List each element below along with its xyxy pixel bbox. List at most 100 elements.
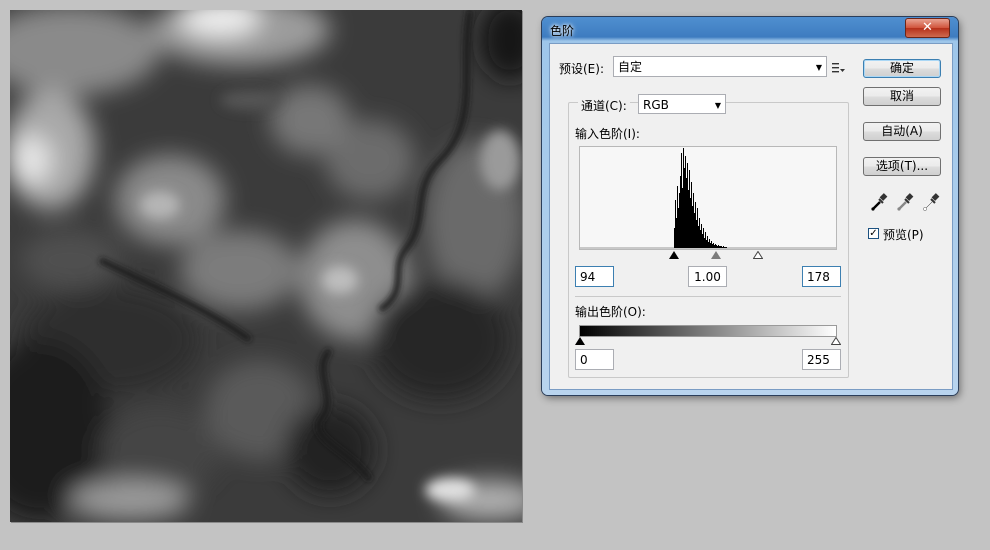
histogram-bar [710, 243, 711, 248]
histogram-bar [706, 240, 707, 248]
histogram-bar [703, 228, 704, 248]
histogram-bar [694, 213, 695, 248]
histogram-bar [693, 193, 694, 248]
input-black-field[interactable]: 94 [575, 266, 614, 287]
histogram-bar [674, 228, 675, 248]
close-button[interactable]: ✕ [905, 18, 950, 38]
channel-select[interactable]: RGB ▼ [638, 94, 726, 114]
histogram-bar [683, 148, 684, 248]
histogram-bar [699, 218, 700, 248]
input-gamma-value: 1.00 [694, 270, 721, 284]
histogram-bar [700, 230, 701, 248]
auto-button[interactable]: 自动(A) [863, 122, 941, 141]
histogram-bar [687, 163, 688, 248]
black-eyedropper-icon[interactable] [870, 192, 888, 212]
histogram-bar [721, 246, 722, 248]
histogram-bar [725, 247, 726, 248]
histogram-bar [717, 246, 718, 248]
histogram-bar [691, 182, 692, 248]
input-white-field[interactable]: 178 [802, 266, 841, 287]
input-black-slider[interactable] [669, 251, 679, 259]
document-canvas[interactable] [10, 10, 522, 522]
histogram-bar [695, 202, 696, 248]
histogram-bar [722, 247, 723, 248]
terrain-heightmap-image [10, 10, 522, 522]
output-white-value: 255 [807, 353, 830, 367]
histogram-bar [723, 246, 724, 248]
histogram-bar [681, 153, 682, 248]
histogram-bar [709, 239, 710, 248]
checkmark-icon: ✓ [869, 228, 878, 239]
output-levels-label: 输出色阶(O): [575, 305, 646, 319]
histogram-bar [708, 242, 709, 248]
histogram-bar [715, 244, 716, 248]
histogram-bar [713, 243, 714, 248]
histogram-bar [688, 190, 689, 248]
histogram-bar [724, 247, 725, 248]
input-levels-label: 输入色阶(I): [575, 127, 640, 141]
histogram-bar [692, 206, 693, 248]
gray-eyedropper-icon[interactable] [896, 192, 914, 212]
preset-value: 自定 [618, 60, 643, 74]
output-black-field[interactable]: 0 [575, 349, 614, 370]
output-black-value: 0 [580, 353, 588, 367]
histogram-bar [697, 208, 698, 248]
histogram-bar [720, 246, 721, 248]
histogram-bar [679, 193, 680, 248]
histogram-bar [677, 186, 678, 248]
input-gamma-field[interactable]: 1.00 [688, 266, 727, 287]
input-gamma-slider[interactable] [711, 251, 721, 259]
histogram-bar [726, 247, 727, 248]
histogram-bar [696, 220, 697, 248]
histogram-bar [682, 188, 683, 248]
white-eyedropper-icon[interactable] [922, 192, 940, 212]
dialog-title: 色阶 [550, 24, 575, 38]
histogram [579, 146, 837, 250]
histogram-bar [718, 245, 719, 248]
histogram-bar [707, 236, 708, 248]
divider [575, 296, 841, 297]
histogram-bar [714, 245, 715, 248]
output-gradient-ramp [579, 325, 837, 337]
ok-button[interactable]: 确定 [863, 59, 941, 78]
input-black-value: 94 [580, 270, 596, 284]
histogram-bar [716, 245, 717, 248]
input-white-slider[interactable] [753, 251, 763, 259]
histogram-bar [685, 156, 686, 248]
histogram-bar [701, 224, 702, 248]
preview-checkbox[interactable]: ✓ [868, 228, 879, 239]
output-white-field[interactable]: 255 [802, 349, 841, 370]
histogram-bar [704, 238, 705, 248]
dialog-titlebar[interactable]: 色阶 ✕ [542, 17, 958, 43]
histogram-graph [580, 148, 836, 249]
histogram-bar [705, 232, 706, 248]
channel-value: RGB [643, 98, 669, 112]
histogram-bar [698, 226, 699, 248]
histogram-bar [675, 200, 676, 248]
cancel-button[interactable]: 取消 [863, 87, 941, 106]
output-black-slider[interactable] [575, 337, 585, 345]
channel-label: 通道(C): [578, 97, 630, 114]
preset-select[interactable]: 自定 ▼ [613, 56, 827, 77]
output-white-slider[interactable] [831, 337, 841, 345]
histogram-bar [719, 246, 720, 248]
preview-label: 预览(P) [883, 228, 924, 242]
dialog-body: 预设(E): 自定 ▼ 通道(C): RGB ▼ 输入色阶(I): 94 1.0… [549, 43, 953, 390]
preset-label: 预设(E): [559, 62, 604, 76]
chevron-down-icon: ▼ [815, 63, 822, 72]
preset-menu-icon[interactable] [832, 62, 846, 74]
options-button[interactable]: 选项(T)... [863, 157, 941, 176]
histogram-bar [712, 244, 713, 248]
levels-dialog: 色阶 ✕ 预设(E): 自定 ▼ 通道(C): RGB ▼ 输入色阶(I): 9… [542, 17, 958, 395]
histogram-bar [680, 176, 681, 248]
histogram-bar [690, 198, 691, 248]
histogram-bar [676, 218, 677, 248]
chevron-down-icon: ▼ [714, 101, 721, 110]
histogram-bar [684, 168, 685, 248]
histogram-bar [702, 234, 703, 248]
histogram-bar [689, 170, 690, 248]
histogram-bar [711, 241, 712, 248]
histogram-bar [686, 178, 687, 248]
histogram-bar [678, 208, 679, 248]
close-icon: ✕ [922, 20, 933, 35]
